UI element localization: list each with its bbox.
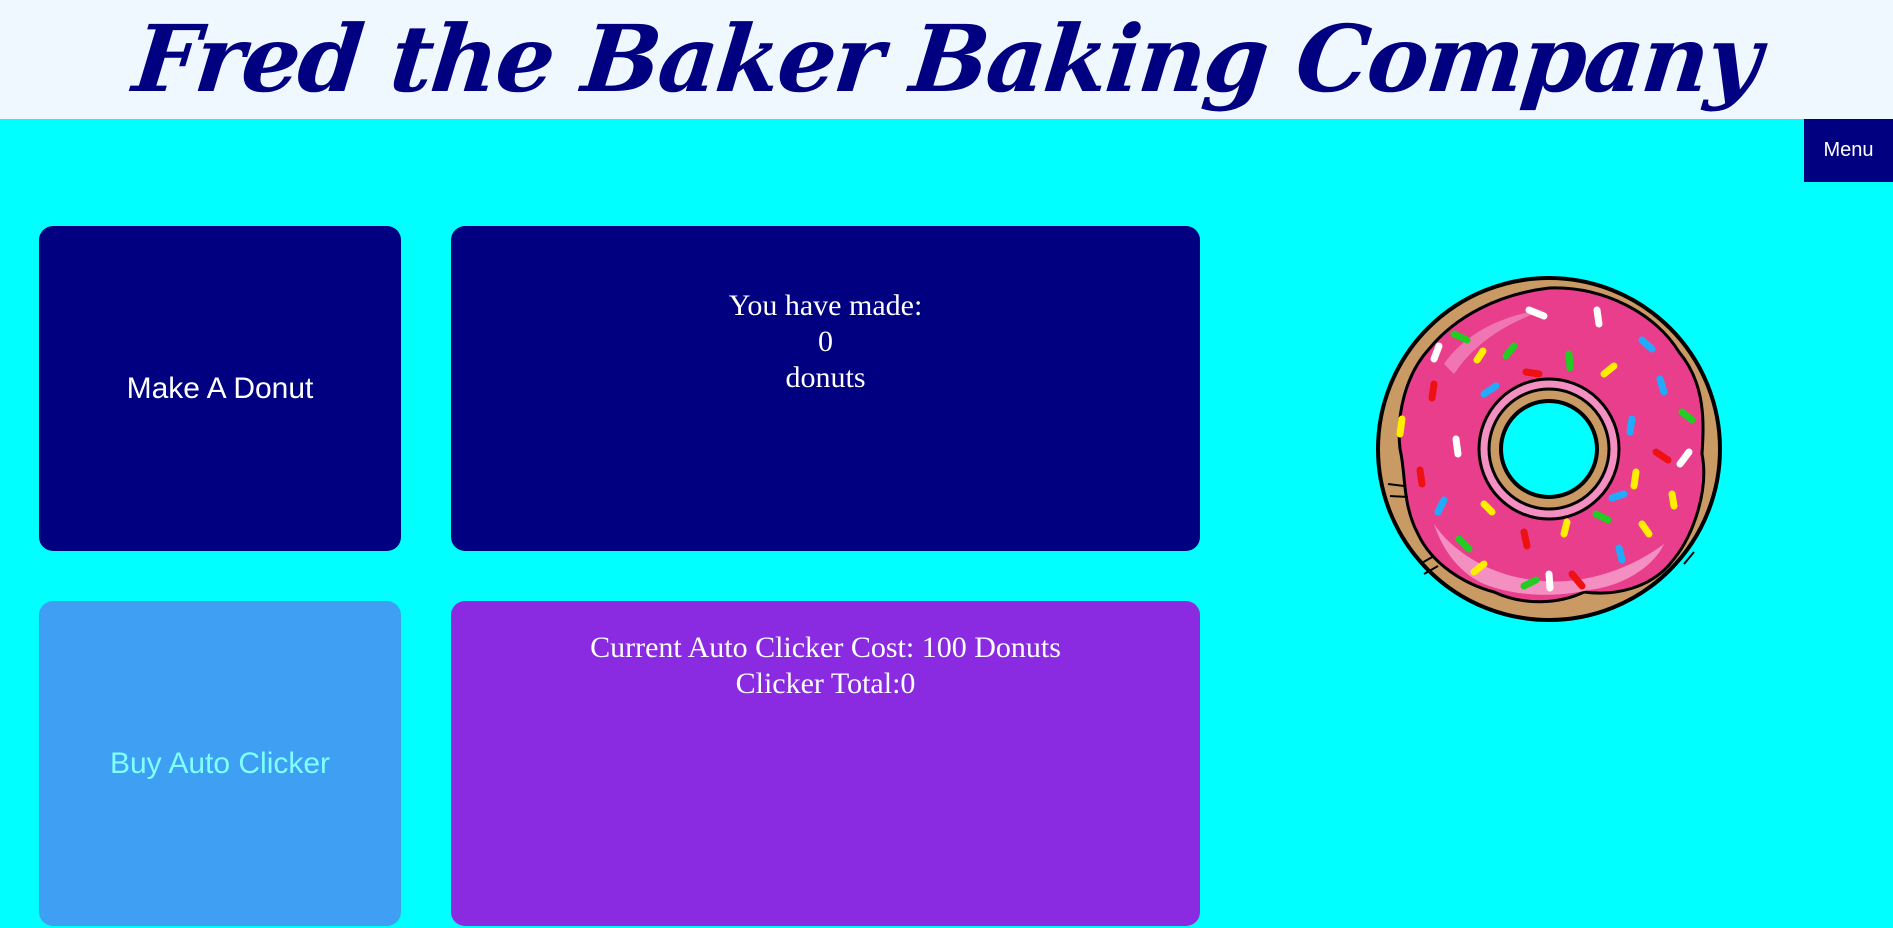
auto-clicker-panel: Current Auto Clicker Cost: 100 Donuts Cl… [451, 601, 1200, 926]
donut-image [1376, 276, 1722, 622]
auto-clicker-cost: Current Auto Clicker Cost: 100 Donuts [590, 631, 1061, 664]
clicker-total: Clicker Total:0 [451, 666, 1200, 702]
site-header: Fred the Baker Baking Company [0, 0, 1893, 119]
menu-button[interactable]: Menu [1804, 119, 1893, 182]
donut-count-panel: You have made: 0 donuts [451, 226, 1200, 551]
clicker-total-value: 0 [900, 667, 916, 700]
count-suffix: donuts [785, 361, 866, 394]
make-donut-button[interactable]: Make A Donut [39, 226, 401, 551]
clicker-total-label: Clicker Total: [735, 667, 901, 700]
count-prefix: You have made: [728, 289, 923, 322]
site-title: Fred the Baker Baking Company [128, 5, 1765, 113]
buy-auto-clicker-button[interactable]: Buy Auto Clicker [39, 601, 401, 926]
donut-count: 0 [818, 325, 833, 358]
